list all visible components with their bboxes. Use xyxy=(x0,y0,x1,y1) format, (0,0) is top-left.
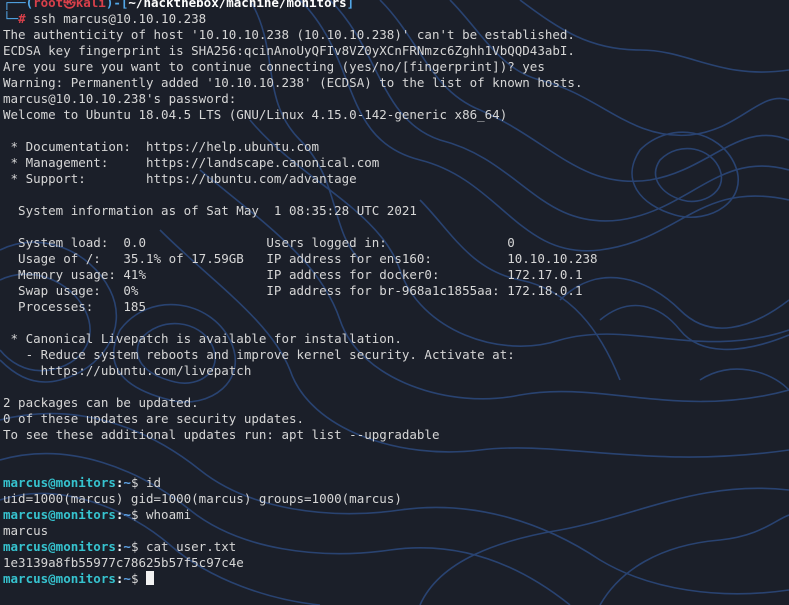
output-text: 1e3139a8fb55977c78625b57f5c97c4e xyxy=(3,555,244,570)
output-line: Welcome to Ubuntu 18.04.5 LTS (GNU/Linux… xyxy=(3,107,598,123)
output-text: 2 packages can be updated. xyxy=(3,395,199,410)
remote-prompt-line: marcus@monitors:~$ xyxy=(3,571,598,587)
output-line: https://ubuntu.com/livepatch xyxy=(3,363,598,379)
output-text: * Canonical Livepatch is available for i… xyxy=(3,331,402,346)
prompt-header-line: ┌──(root㉿kali)-[~/hackthebox/machine/mon… xyxy=(3,0,598,11)
output-line: - Reduce system reboots and improve kern… xyxy=(3,347,598,363)
command-text: $ cat user.txt xyxy=(130,539,237,554)
output-line: Processes: 185 xyxy=(3,299,598,315)
prompt-frame: ┌──( xyxy=(3,0,34,10)
output-line: * Documentation: https://help.ubuntu.com xyxy=(3,139,598,155)
prompt-symbol: # xyxy=(18,11,26,26)
output-text: marcus xyxy=(3,523,49,538)
output-text: Swap usage: 0% IP address for br-968a1c1… xyxy=(3,283,583,298)
output-text: Warning: Permanently added '10.10.10.238… xyxy=(3,75,583,90)
command-text: $ id xyxy=(130,475,162,490)
remote-user-host: marcus@monitors xyxy=(3,475,116,490)
output-text: marcus@10.10.10.238's password: xyxy=(3,91,237,106)
output-text: uid=1000(marcus) gid=1000(marcus) groups… xyxy=(3,491,402,506)
output-text: Welcome to Ubuntu 18.04.5 LTS (GNU/Linux… xyxy=(3,107,508,122)
output-line: * Support: https://ubuntu.com/advantage xyxy=(3,171,598,187)
output-line: To see these additional updates run: apt… xyxy=(3,427,598,443)
output-text: https://ubuntu.com/livepatch xyxy=(3,363,252,378)
output-text: Are you sure you want to continue connec… xyxy=(3,59,545,74)
remote-user-host: marcus@monitors xyxy=(3,539,116,554)
output-line: Swap usage: 0% IP address for br-968a1c1… xyxy=(3,283,598,299)
output-line: System load: 0.0 Users logged in: 0 xyxy=(3,235,598,251)
prompt-frame: ] xyxy=(346,0,355,10)
output-text: To see these additional updates run: apt… xyxy=(3,427,440,442)
output-text: Memory usage: 41% IP address for docker0… xyxy=(3,267,583,282)
remote-path: ~ xyxy=(123,539,131,554)
output-line: ECDSA key fingerprint is SHA256:qcinAnoU… xyxy=(3,43,598,59)
output-line: * Management: https://landscape.canonica… xyxy=(3,155,598,171)
prompt-command-line: └─# ssh marcus@10.10.10.238 xyxy=(3,11,598,27)
output-text: System information as of Sat May 1 08:35… xyxy=(3,203,417,218)
prompt-frame: └─ xyxy=(3,11,19,26)
output-line: 1e3139a8fb55977c78625b57f5c97c4e xyxy=(3,555,598,571)
remote-prompt-line: marcus@monitors:~$ id xyxy=(3,475,598,491)
output-line: 0 of these updates are security updates. xyxy=(3,411,598,427)
remote-user-host: marcus@monitors xyxy=(3,507,116,522)
output-line: Usage of /: 35.1% of 17.59GB IP address … xyxy=(3,251,598,267)
text-cursor[interactable] xyxy=(146,571,155,585)
remote-path: ~ xyxy=(123,571,131,586)
command-text: $ xyxy=(130,571,147,586)
prompt-user-host: root㉿kali xyxy=(33,0,106,10)
remote-path: ~ xyxy=(123,507,131,522)
output-line: 2 packages can be updated. xyxy=(3,395,598,411)
remote-prompt-line: marcus@monitors:~$ cat user.txt xyxy=(3,539,598,555)
output-text: Usage of /: 35.1% of 17.59GB IP address … xyxy=(3,251,598,266)
output-text: * Documentation: https://help.ubuntu.com xyxy=(3,139,320,154)
remote-user-host: marcus@monitors xyxy=(3,571,116,586)
prompt-path: ~/hackthebox/machine/monitors xyxy=(128,0,347,10)
output-text: System load: 0.0 Users logged in: 0 xyxy=(3,235,515,250)
output-text: The authenticity of host '10.10.10.238 (… xyxy=(3,27,575,42)
output-text: - Reduce system reboots and improve kern… xyxy=(3,347,515,362)
output-text: * Management: https://landscape.canonica… xyxy=(3,155,380,170)
output-line: Are you sure you want to continue connec… xyxy=(3,59,598,75)
prompt-frame: )-[ xyxy=(105,0,129,10)
command-text: ssh marcus@10.10.10.238 xyxy=(25,11,207,26)
output-line: System information as of Sat May 1 08:35… xyxy=(3,203,598,219)
command-text: $ whoami xyxy=(130,507,192,522)
output-line: Warning: Permanently added '10.10.10.238… xyxy=(3,75,598,91)
output-text: Processes: 185 xyxy=(3,299,146,314)
output-text: ECDSA key fingerprint is SHA256:qcinAnoU… xyxy=(3,43,575,58)
output-line: marcus xyxy=(3,523,598,539)
output-line: uid=1000(marcus) gid=1000(marcus) groups… xyxy=(3,491,598,507)
output-line: marcus@10.10.10.238's password: xyxy=(3,91,598,107)
output-text: * Support: https://ubuntu.com/advantage xyxy=(3,171,357,186)
output-text: 0 of these updates are security updates. xyxy=(3,411,305,426)
output-line: * Canonical Livepatch is available for i… xyxy=(3,331,598,347)
remote-prompt-line: marcus@monitors:~$ whoami xyxy=(3,507,598,523)
terminal-output: ┌──(root㉿kali)-[~/hackthebox/machine/mon… xyxy=(3,0,598,587)
terminal-window[interactable]: ┌──(root㉿kali)-[~/hackthebox/machine/mon… xyxy=(0,0,789,605)
output-line: The authenticity of host '10.10.10.238 (… xyxy=(3,27,598,43)
output-line: Memory usage: 41% IP address for docker0… xyxy=(3,267,598,283)
remote-path: ~ xyxy=(123,475,131,490)
